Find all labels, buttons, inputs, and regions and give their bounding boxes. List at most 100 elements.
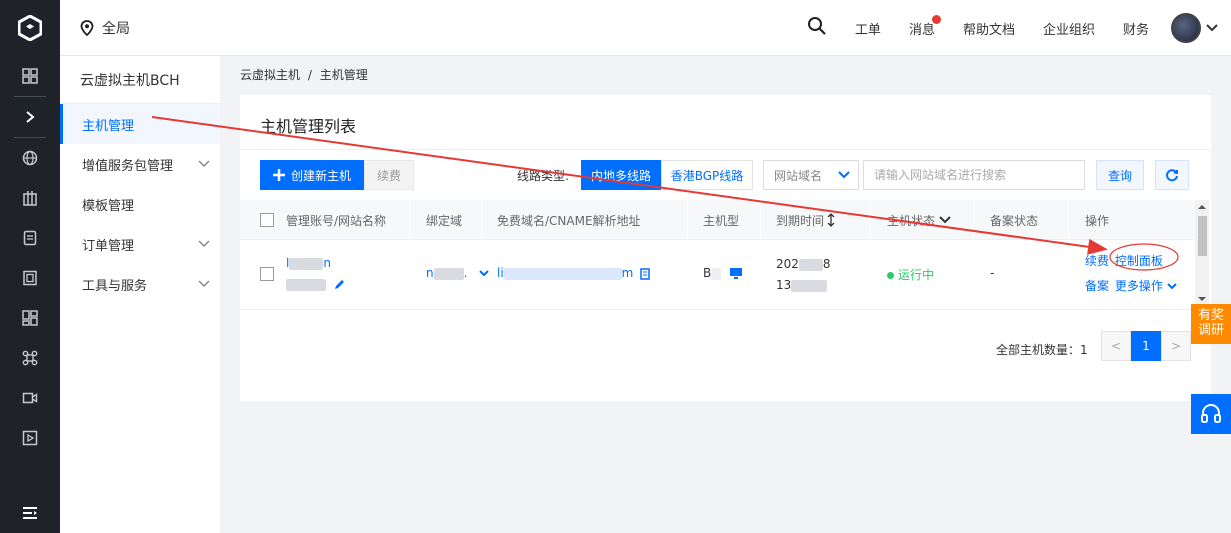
renew-button[interactable]: 续费 <box>364 160 414 190</box>
column-header-actions: 操作 <box>1085 213 1110 228</box>
row-checkbox[interactable] <box>260 267 274 284</box>
domain-search-input[interactable] <box>863 160 1085 190</box>
icp-action-link[interactable]: 备案 <box>1085 279 1109 293</box>
chevron-down-icon <box>1166 283 1177 290</box>
column-header-status[interactable]: 主机状态 <box>887 200 951 240</box>
region-selector[interactable]: 全局 <box>80 18 130 38</box>
table-row: ln n. li m B 202 8 13 运行中 - 续费 控制面板 备案 更… <box>240 240 1195 310</box>
sidebar-item-label: 订单管理 <box>82 238 135 254</box>
search-field-select[interactable]: 网站域名 <box>763 160 859 190</box>
sidebar-item-templates[interactable]: 模板管理 <box>60 184 220 224</box>
scrollbar-thumb[interactable] <box>1198 216 1207 256</box>
play-icon[interactable] <box>0 418 60 458</box>
building-icon[interactable] <box>0 178 60 218</box>
renew-action-link[interactable]: 续费 <box>1085 254 1109 268</box>
refresh-button[interactable] <box>1155 160 1189 190</box>
redacted-text <box>503 267 622 280</box>
survey-promo-button[interactable]: 有奖 调研 <box>1191 304 1231 344</box>
actions-cell: 续费 控制面板 备案 更多操作 <box>1085 252 1177 294</box>
redacted-text <box>711 267 722 280</box>
edit-pencil-icon[interactable] <box>334 279 345 290</box>
document-icon[interactable] <box>0 218 60 258</box>
top-nav: 工单 消息 帮助文档 企业组织 财务 <box>793 0 1219 56</box>
total-label: 全部主机数量： <box>996 343 1081 357</box>
globe-icon[interactable] <box>0 138 60 178</box>
column-header-host-type: 主机型 <box>703 213 740 228</box>
total-value: 1 <box>1080 343 1088 357</box>
line-option-mainland[interactable]: 内地多线路 <box>581 160 661 190</box>
help-docs-link[interactable]: 帮助文档 <box>963 19 1015 38</box>
expiry-date-suffix: 8 <box>822 257 831 271</box>
sidebar-item-tools[interactable]: 工具与服务 <box>60 264 220 304</box>
control-panel-link[interactable]: 控制面板 <box>1115 254 1163 268</box>
redacted-text <box>433 267 464 280</box>
book-icon[interactable] <box>0 258 60 298</box>
enterprise-org-link[interactable]: 企业组织 <box>1043 19 1095 38</box>
prev-page-button[interactable]: < <box>1101 331 1131 361</box>
running-dot-icon <box>887 272 894 279</box>
chevron-down-icon <box>198 160 210 168</box>
create-host-button[interactable]: 创建新主机 <box>260 160 364 190</box>
sidebar-item-host-management[interactable]: 主机管理 <box>60 104 220 144</box>
region-label: 全局 <box>102 21 130 37</box>
apps-icon[interactable] <box>0 298 60 338</box>
table-scrollbar[interactable] <box>1195 200 1209 310</box>
chevron-down-icon <box>939 216 951 224</box>
expand-chevron-icon[interactable] <box>0 97 60 137</box>
copy-icon[interactable] <box>640 267 650 280</box>
sidebar-item-value-added-packages[interactable]: 增值服务包管理 <box>60 144 220 184</box>
sidebar-item-label: 模板管理 <box>82 198 135 214</box>
expiry-date: 202 8 <box>776 257 831 271</box>
checkbox-box <box>260 213 274 227</box>
plus-icon <box>272 169 285 181</box>
refresh-icon <box>1166 169 1178 182</box>
messages-link[interactable]: 消息 <box>908 14 941 38</box>
table-header: 管理账号/网站名称 绑定域 免费域名/CNAME解析地址 主机型 到期时间 主机… <box>240 200 1195 240</box>
host-list-panel: 主机管理列表 创建新主机 续费 线路类型: 内地多线路 香港BGP线路 网站域名… <box>240 95 1211 401</box>
sidebar-item-label: 主机管理 <box>82 118 135 134</box>
create-host-label: 创建新主机 <box>290 168 351 183</box>
column-header-account: 管理账号/网站名称 <box>286 213 387 228</box>
breadcrumb: 云虚拟主机 / 主机管理 <box>240 66 368 83</box>
location-pin-icon <box>80 20 94 36</box>
line-type-label: 线路类型: <box>517 169 570 183</box>
page-button-current[interactable]: 1 <box>1131 331 1161 361</box>
breadcrumb-separator: / <box>307 68 312 82</box>
cname-prefix: li <box>497 266 504 280</box>
search-icon[interactable] <box>807 16 827 40</box>
chevron-down-icon <box>838 171 850 179</box>
expiry-date-prefix: 202 <box>776 257 799 271</box>
sidebar-item-orders[interactable]: 订单管理 <box>60 224 220 264</box>
messages-label: 消息 <box>908 22 935 38</box>
bound-domain-cell[interactable]: n. <box>426 266 489 280</box>
chevron-down-icon <box>198 280 210 288</box>
breadcrumb-parent[interactable]: 云虚拟主机 <box>240 68 300 82</box>
ticket-link[interactable]: 工单 <box>855 19 881 38</box>
top-bar: 全局 工单 消息 帮助文档 企业组织 财务 <box>60 0 1231 56</box>
line-option-hongkong[interactable]: 香港BGP线路 <box>661 160 753 190</box>
select-all-checkbox[interactable] <box>260 200 274 240</box>
promo-line-1: 有奖 <box>1197 308 1224 323</box>
bound-domain-prefix: n <box>426 266 434 280</box>
status-badge: 运行中 <box>887 266 934 283</box>
status-text: 运行中 <box>898 268 935 282</box>
checkbox-box <box>260 267 274 281</box>
video-icon[interactable] <box>0 378 60 418</box>
account-name-link[interactable]: ln <box>286 256 331 270</box>
promo-line-2: 调研 <box>1197 323 1224 338</box>
sidebar-item-label: 工具与服务 <box>82 278 148 294</box>
customer-support-button[interactable] <box>1191 394 1231 434</box>
column-divider <box>409 200 410 240</box>
account-menu[interactable] <box>1163 13 1219 43</box>
page-title: 主机管理列表 <box>260 117 357 136</box>
finance-link[interactable]: 财务 <box>1123 19 1149 38</box>
more-actions-link[interactable]: 更多操作 <box>1115 279 1163 293</box>
grid-icon[interactable] <box>0 56 60 96</box>
tencent-cloud-logo-icon[interactable] <box>0 0 60 56</box>
command-icon[interactable] <box>0 338 60 378</box>
column-header-bound-domain: 绑定域 <box>426 213 463 228</box>
menu-icon[interactable] <box>0 493 60 533</box>
next-page-button[interactable]: > <box>1161 331 1191 361</box>
column-header-expiry[interactable]: 到期时间 <box>776 200 835 240</box>
query-button[interactable]: 查询 <box>1096 160 1144 190</box>
